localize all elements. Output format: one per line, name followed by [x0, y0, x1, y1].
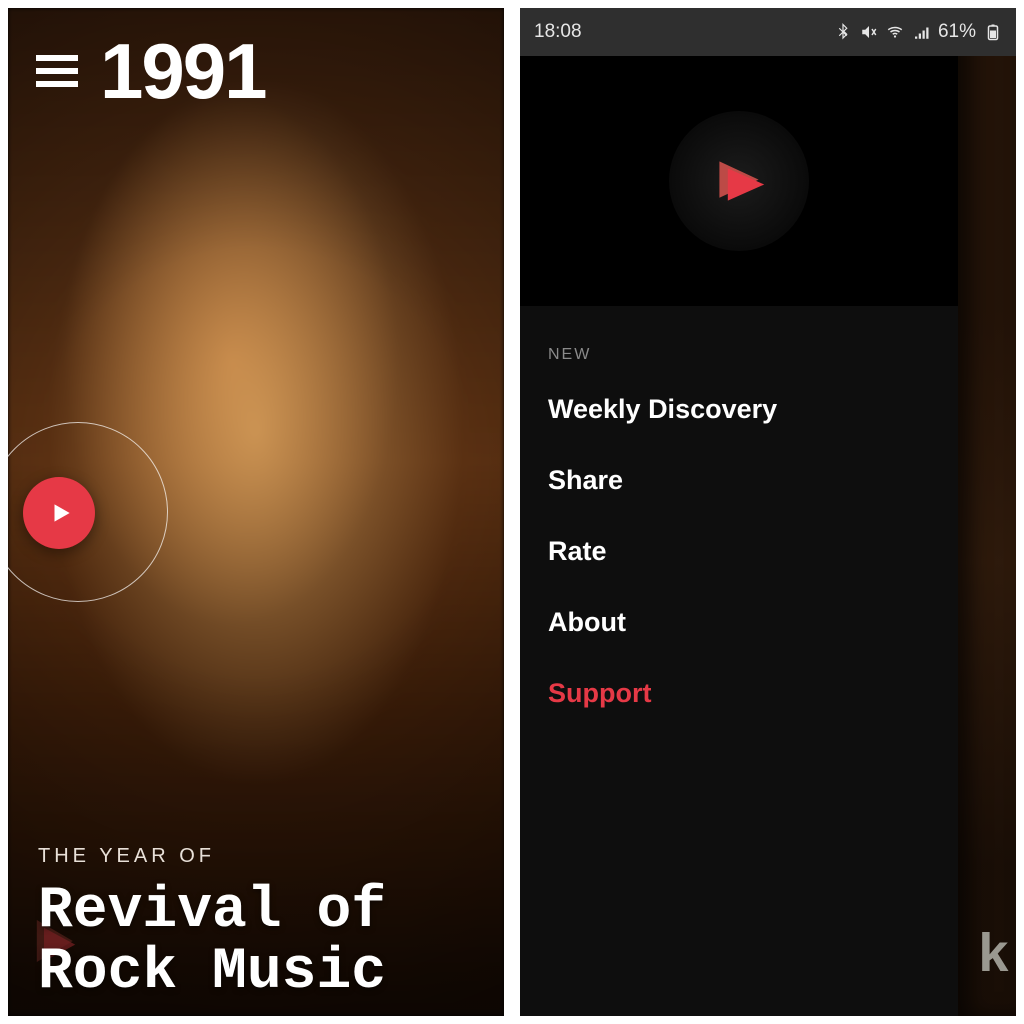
content-peek[interactable]: k: [958, 8, 1016, 1016]
mute-icon: [860, 23, 878, 41]
android-status-bar: 18:08 61%: [520, 8, 1016, 56]
hamburger-menu-icon[interactable]: [36, 55, 78, 87]
status-left: 18:08: [534, 21, 592, 43]
play-control: [8, 422, 168, 602]
battery-icon: [984, 23, 1002, 41]
status-right: 61%: [834, 21, 1002, 43]
peek-letter: k: [978, 927, 1010, 988]
app-logo-zone: [520, 56, 958, 306]
app-logo-icon: [704, 146, 774, 216]
year-title: 1991: [100, 36, 266, 106]
side-menu: NEW Weekly Discovery Share Rate About Su…: [520, 306, 958, 1016]
battery-text: 61%: [938, 21, 976, 43]
menu-item-support[interactable]: Support: [548, 658, 930, 729]
play-icon: [48, 500, 74, 526]
menu-section-tag: NEW: [548, 346, 930, 364]
eyebrow-text: THE YEAR OF: [38, 845, 484, 868]
menu-item-share[interactable]: Share: [548, 445, 930, 516]
status-time: 18:08: [534, 21, 582, 43]
screen-year-detail: 1991 THE YEAR OF Revival of Rock Music: [8, 8, 504, 1016]
app-logo: [669, 111, 809, 251]
menu-item-weekly-discovery[interactable]: Weekly Discovery: [548, 374, 930, 445]
screen-side-menu: k 18:08 61%: [520, 8, 1016, 1016]
top-bar: 1991: [36, 36, 266, 106]
headline-block: THE YEAR OF Revival of Rock Music: [38, 845, 484, 1004]
menu-item-about[interactable]: About: [548, 587, 930, 658]
wifi-icon: [886, 23, 904, 41]
menu-item-rate[interactable]: Rate: [548, 516, 930, 587]
play-button[interactable]: [23, 477, 95, 549]
signal-icon: [912, 23, 930, 41]
headline-text: Revival of Rock Music: [38, 882, 484, 1004]
bluetooth-icon: [834, 23, 852, 41]
